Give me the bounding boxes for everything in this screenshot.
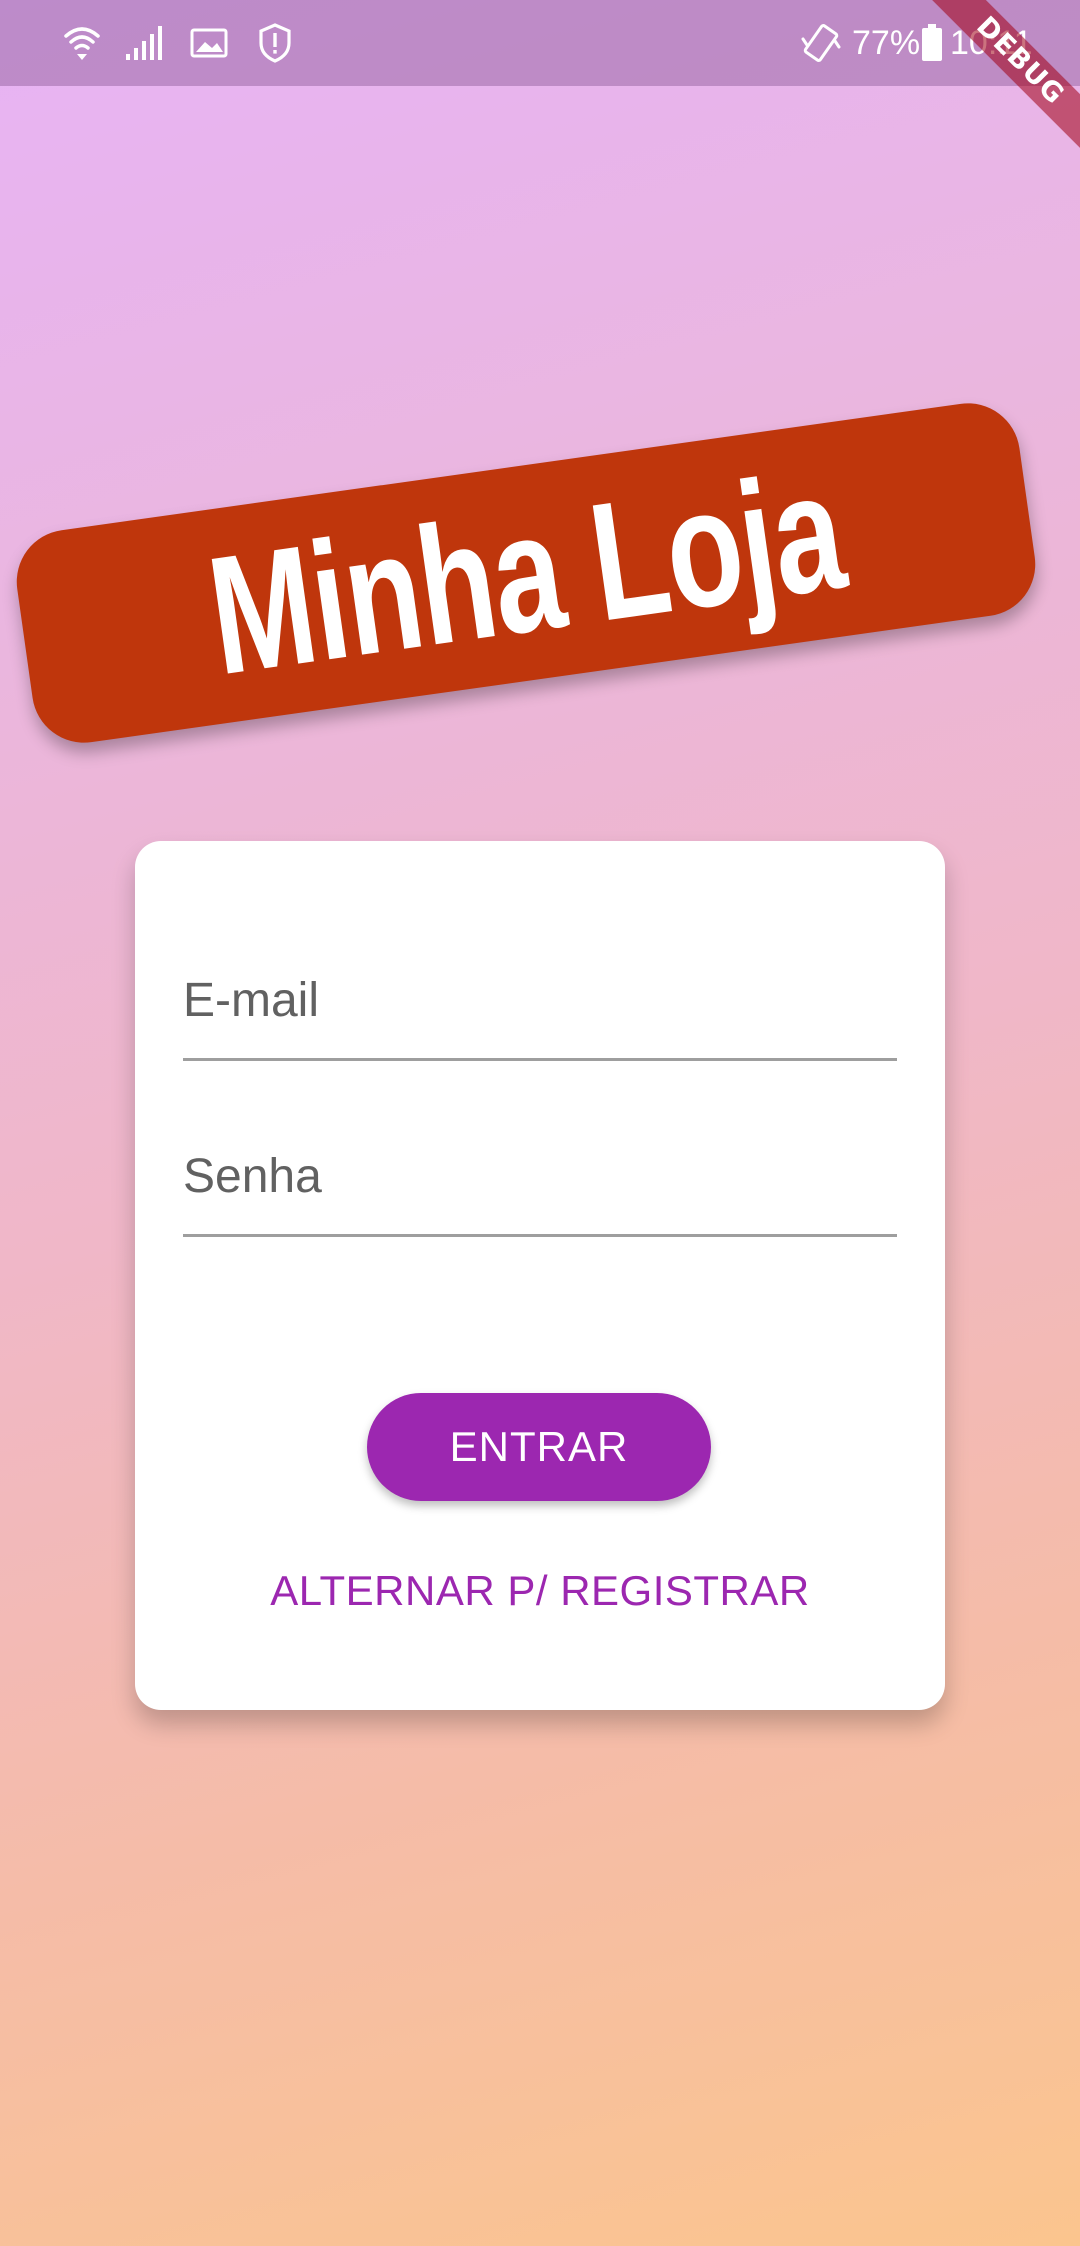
store-title: Minha Loja [198, 435, 854, 711]
debug-label: DEBUG [914, 0, 1080, 167]
email-field-container [183, 941, 897, 1061]
vibrate-icon [798, 22, 844, 64]
image-icon [188, 22, 230, 64]
wifi-icon [60, 22, 104, 64]
password-underline [183, 1234, 897, 1237]
login-card: ENTRAR ALTERNAR P/ REGISTRAR [135, 841, 945, 1710]
signal-icon [123, 22, 165, 64]
store-title-banner: Minha Loja [10, 396, 1042, 750]
debug-banner: DEBUG [900, 0, 1080, 180]
switch-to-register-button[interactable]: ALTERNAR P/ REGISTRAR [240, 1559, 840, 1623]
shield-alert-icon [255, 22, 295, 64]
email-underline [183, 1058, 897, 1061]
password-field[interactable] [183, 1117, 897, 1235]
password-field-container [183, 1117, 897, 1237]
email-field[interactable] [183, 941, 897, 1059]
login-button[interactable]: ENTRAR [367, 1393, 711, 1501]
